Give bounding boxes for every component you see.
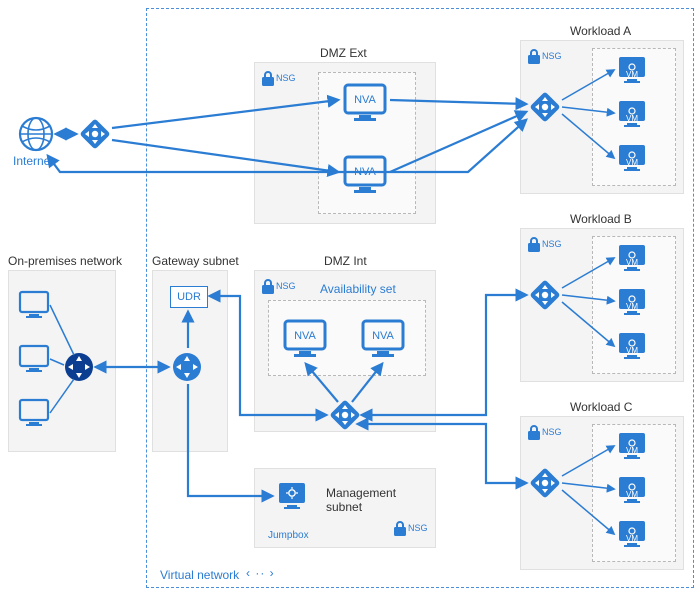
workload-a-label: Workload A — [570, 24, 631, 38]
workload-a-lb-icon — [530, 92, 560, 122]
gateway-subnet-label: Gateway subnet — [152, 254, 239, 268]
workload-c-nsg-icon: NSG — [526, 424, 542, 442]
workload-b-label: Workload B — [570, 212, 632, 226]
vm-label: VM — [618, 446, 646, 476]
dmz-int-label: DMZ Int — [324, 254, 367, 268]
vm-label: VM — [618, 70, 646, 100]
dmz-int-load-balancer-icon — [330, 400, 360, 430]
workload-b-lb-icon — [530, 280, 560, 310]
nsg-label: NSG — [542, 51, 562, 61]
nsg-label: NSG — [542, 427, 562, 437]
nsg-label: NSG — [408, 523, 428, 533]
onprem-label: On-premises network — [8, 254, 122, 268]
dmz-ext-label: DMZ Ext — [320, 46, 367, 60]
virtual-network-label: Virtual network — [160, 568, 239, 582]
nva-label: NVA — [282, 330, 328, 342]
workload-c-label: Workload C — [570, 400, 632, 414]
nsg-label: NSG — [276, 73, 296, 83]
onprem-monitor-2-icon — [18, 344, 50, 374]
onprem-router-icon — [64, 352, 94, 382]
dmz-int-nva-1-icon: NVA — [282, 318, 328, 360]
vm-label: VM — [618, 114, 646, 144]
nva-label: NVA — [342, 94, 388, 106]
jumpbox-vm-icon — [278, 482, 306, 512]
workload-c-lb-icon — [530, 468, 560, 498]
dmz-ext-nsg-icon: NSG — [260, 70, 276, 88]
vm-label: VM — [618, 346, 646, 376]
dmz-int-nva-2-icon: NVA — [360, 318, 406, 360]
vnet-resize-glyph: ‹ ·· › — [246, 566, 275, 580]
internet-label: Internet — [13, 154, 54, 168]
workload-b-nsg-icon: NSG — [526, 236, 542, 254]
nva-label: NVA — [360, 330, 406, 342]
gateway-router-icon — [172, 352, 202, 382]
vm-label: VM — [618, 258, 646, 288]
dmz-int-nsg-icon: NSG — [260, 278, 276, 296]
mgmt-subnet-label: Management subnet — [326, 486, 396, 514]
nva-label: NVA — [342, 166, 388, 178]
mgmt-nsg-icon: NSG — [392, 520, 408, 538]
dmz-ext-load-balancer-icon — [80, 119, 110, 149]
jumpbox-label: Jumpbox — [268, 530, 309, 541]
dmz-ext-nva-1-icon: NVA — [342, 82, 388, 124]
internet-icon — [18, 116, 54, 152]
vm-label: VM — [618, 302, 646, 332]
vm-label: VM — [618, 490, 646, 520]
availability-set-label: Availability set — [320, 282, 396, 296]
dmz-ext-nva-2-icon: NVA — [342, 154, 388, 196]
vm-label: VM — [618, 158, 646, 188]
workload-a-nsg-icon: NSG — [526, 48, 542, 66]
onprem-monitor-1-icon — [18, 290, 50, 320]
nsg-label: NSG — [542, 239, 562, 249]
onprem-monitor-3-icon — [18, 398, 50, 428]
udr-label: UDR — [177, 291, 201, 303]
vm-label: VM — [618, 534, 646, 564]
nsg-label: NSG — [276, 281, 296, 291]
udr-box: UDR — [170, 286, 208, 308]
